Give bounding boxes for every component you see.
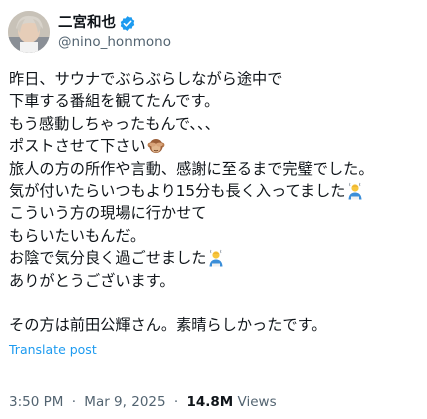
see-no-evil-monkey-icon (147, 137, 165, 155)
person-in-sauna-icon (346, 182, 364, 200)
author-name-row: 二宮和也 (58, 13, 171, 33)
tweet-line: 気が付いたらいつもより15分も長く入ってました (9, 180, 417, 202)
tweet-line: 下車する番組を観てたんです。 (9, 90, 417, 112)
person-in-sauna-icon (207, 249, 225, 267)
tweet-line-text: もう感動しちゃったもんで、、、 (9, 114, 220, 133)
tweet-line-text: 昨日、サウナでぶらぶらしながら途中で (9, 70, 283, 88)
tweet-line-text: お陰で気分良く過ごせました (9, 249, 207, 268)
tweet-line: こういう方の現場に行かせて (9, 202, 417, 224)
tweet-line-text: 旅人の方の所作や言動、感謝に至るまで完璧でした。 (9, 159, 374, 178)
tweet-text: 昨日、サウナでぶらぶらしながら途中で 下車する番組を観てたんです。 もう感動しち… (8, 68, 417, 337)
tweet-line-text: 下車する番組を観てたんです。 (9, 92, 220, 111)
tweet-line: ありがとうございます。 (9, 270, 417, 292)
tweet-line-text: ポストさせて下さい (9, 137, 146, 156)
meta-separator: · (173, 394, 179, 410)
translate-post-link[interactable]: Translate post (8, 341, 97, 359)
tweet-line-text: こういう方の現場に行かせて (9, 204, 207, 223)
tweet-line: その方は前田公輝さん。素晴らしかったです。 (9, 314, 417, 336)
author-block: 二宮和也 @nino_honmono (58, 13, 171, 51)
tweet-line-text: 気が付いたらいつもより15分も長く入ってました (9, 181, 346, 200)
tweet-line-text: もらいたいもんだ。 (9, 226, 146, 245)
verified-badge-icon[interactable] (119, 15, 136, 32)
tweet-date[interactable]: Mar 9, 2025 (84, 394, 165, 410)
tweet-line-text: ありがとうございます。 (9, 271, 175, 290)
views-count: 14.8M (186, 394, 234, 410)
avatar[interactable] (8, 11, 50, 53)
tweet-line: お陰で気分良く過ごせました (9, 247, 417, 269)
tweet-line: ポストさせて下さい (9, 135, 417, 157)
tweet-header: 二宮和也 @nino_honmono (8, 10, 417, 54)
tweet-line: 昨日、サウナでぶらぶらしながら途中で (9, 68, 417, 90)
author-handle[interactable]: @nino_honmono (58, 33, 171, 51)
author-display-name[interactable]: 二宮和也 (58, 13, 116, 33)
tweet-time[interactable]: 3:50 PM (9, 394, 63, 410)
views-label: Views (237, 394, 277, 410)
tweet-line: もう感動しちゃったもんで、、、 (9, 113, 417, 135)
tweet-line-text: その方は前田公輝さん。素晴らしかったです。 (9, 316, 327, 335)
tweet-meta: 3:50 PM · Mar 9, 2025 · 14.8M Views (9, 392, 277, 412)
tweet-line: 旅人の方の所作や言動、感謝に至るまで完璧でした。 (9, 158, 417, 180)
tweet-line: もらいたいもんだ。 (9, 225, 417, 247)
tweet: 二宮和也 @nino_honmono 昨日、サウナでぶらぶらしながら途中で 下車… (0, 0, 427, 419)
meta-separator: · (71, 394, 76, 410)
